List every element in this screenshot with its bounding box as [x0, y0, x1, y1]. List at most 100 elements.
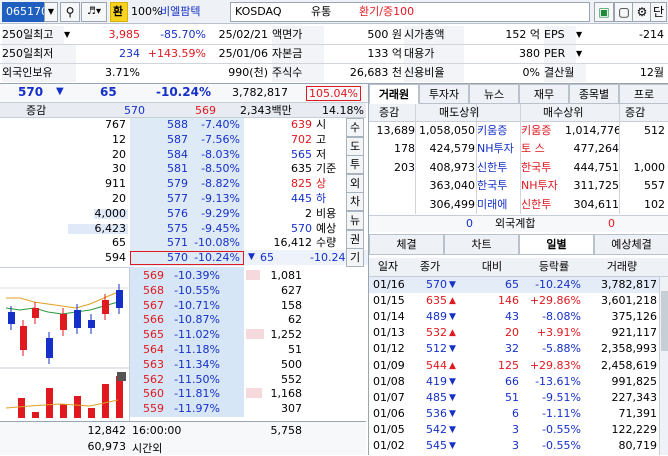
side-button[interactable]: 기 [346, 248, 364, 268]
broker-sell-name[interactable]: 한국투 [477, 177, 521, 195]
broker-tab[interactable]: 프로 [619, 84, 668, 104]
expected-change: 65 [260, 251, 274, 264]
mktcap-label: 시가총액 [404, 26, 464, 44]
gear-icon[interactable]: ⚙ [632, 2, 652, 22]
high250-dropdown[interactable]: ▼ [64, 26, 76, 44]
substitute-value: 380 [519, 47, 540, 60]
broker-buy-change: 557 [644, 179, 665, 193]
per-label: PER [544, 45, 576, 63]
bid-total: 5,758 [270, 424, 303, 437]
broker-buy-name[interactable]: 신한투 [521, 196, 565, 214]
bid-price[interactable]: 559 [132, 400, 164, 418]
broker-sell-name[interactable]: NH투자 [477, 140, 521, 158]
broker-sell-qty: 424,579 [429, 142, 476, 156]
scrollbar-thumb[interactable] [661, 291, 668, 351]
broker-buy-name[interactable]: 한국투 [521, 159, 565, 177]
daily-row[interactable]: 01/16 570 ▼ 65 -10.24% 3,782,817 [369, 277, 659, 293]
broker-buy-change: 1,000 [633, 160, 666, 174]
daily-row[interactable]: 01/06 536 ▼ 6 -1.11% 71,391 [369, 406, 659, 422]
side-button[interactable]: 투 [346, 155, 364, 175]
chart-close-icon [117, 372, 126, 381]
candle-body [32, 308, 39, 318]
daily-tab[interactable]: 체결 [369, 234, 444, 255]
daily-row[interactable]: 01/07 485 ▼ 51 -9.51% 227,343 [369, 390, 659, 406]
low250-label: 250일최저 [2, 45, 76, 63]
daily-row[interactable]: 01/14 489 ▼ 43 -8.08% 375,126 [369, 309, 659, 325]
candle-body [60, 314, 67, 330]
low250-rate: +143.59% [147, 47, 206, 60]
broker-sell-change [369, 177, 415, 195]
info-grid: 250일최고 ▼ 3,985 -85.70% 25/02/21 액면가 500 … [0, 25, 668, 85]
side-button[interactable]: 권 [346, 229, 364, 249]
broker-buy-name[interactable]: 키움증 [521, 122, 565, 140]
broker-col-line [520, 104, 521, 214]
per-dropdown[interactable]: ▼ [576, 45, 586, 63]
eps-value: -214 [639, 28, 664, 41]
window-icon[interactable]: ▢ [614, 2, 634, 22]
current-price: 570 [18, 85, 44, 99]
broker-sell-qty: 363,040 [429, 179, 476, 193]
side-button-column: 수도투외차뉴권기 [346, 118, 366, 268]
broker-buy-qty: 477,264 [573, 142, 620, 156]
daily-row[interactable]: 01/12 512 ▼ 32 -5.88% 2,358,993 [369, 341, 659, 357]
after-hours-total: 60,973 [87, 440, 127, 453]
broker-col-line [415, 104, 416, 214]
capital-value: 133 억 [367, 47, 402, 60]
sell-top-header: 매도상위 [439, 106, 480, 119]
market-label: KOSDAQ [235, 5, 282, 18]
shares-value: 26,683 천 [349, 66, 402, 79]
daily-row[interactable]: 01/15 635 ▲ 146 +29.86% 3,601,218 [369, 293, 659, 309]
volume-bar [74, 396, 81, 418]
divider [0, 44, 668, 45]
daily-header-cell: 일자 [377, 260, 399, 273]
broker-sell-name[interactable]: 키움증 [477, 122, 521, 140]
daily-tab[interactable]: 일별 [519, 234, 594, 255]
exchange-badge: 환 [110, 2, 128, 22]
candle-body [102, 300, 109, 314]
broker-tab[interactable]: 종목별 [569, 84, 619, 104]
broker-tab[interactable]: 재무 [519, 84, 569, 104]
broker-panel: 거래원 투자자 뉴스 재무 종목별 프로 증감 매도상위 매수상위 증감 13,689 1,… [368, 84, 668, 234]
broker-buy-name[interactable]: 토 스 [521, 140, 565, 158]
export-icon[interactable]: ▣ [594, 2, 614, 22]
broker-buy-qty: 1,014,776 [565, 124, 619, 137]
daily-row[interactable]: 01/13 532 ▲ 20 +3.91% 921,117 [369, 325, 659, 341]
daily-header: 일자 종가 대비 등락률 거래량 [369, 258, 668, 277]
search-icon[interactable]: ⚲ [60, 2, 80, 22]
daily-tab[interactable]: 예상체결 [594, 234, 668, 255]
broker-buy-name[interactable]: NH투자 [521, 177, 565, 195]
daily-row[interactable]: 01/05 542 ▼ 3 -0.55% 122,229 [369, 422, 659, 438]
broker-sell-name[interactable]: 미래에 [477, 196, 521, 214]
speaker-icon[interactable]: ♬▾ [81, 2, 107, 22]
daily-row[interactable]: 01/02 545 ▼ 3 -0.55% 80,719 [369, 438, 659, 454]
stock-code-input[interactable]: 065170 [2, 2, 48, 22]
eps-dropdown[interactable]: ▼ [576, 26, 586, 44]
daily-scrollbar[interactable] [659, 277, 668, 455]
side-button[interactable]: 외 [346, 173, 364, 193]
note-label: 환기/증100 [359, 5, 415, 18]
side-button[interactable]: 수 [346, 118, 364, 137]
broker-sell-change [369, 196, 415, 214]
ohlc-panel: 639 시 702 고 565 저 635 기준 825 상 445 하 2 비용 570 예상 16,412 수… [244, 118, 344, 249]
unit-button[interactable]: 단 [650, 2, 667, 22]
broker-buy-change: 512 [644, 124, 665, 137]
low250-date: 25/01/06 [218, 47, 268, 60]
code-dropdown-button[interactable]: ▼ [44, 2, 58, 22]
daily-volume: 80,719 [618, 439, 658, 452]
broker-sell-name[interactable]: 신한투 [477, 159, 521, 177]
side-button[interactable]: 차 [346, 192, 364, 212]
broker-col-line [476, 104, 477, 214]
side-button[interactable]: 도 [346, 136, 364, 156]
candle-body [116, 290, 123, 308]
daily-diff: 3 [512, 439, 519, 452]
broker-buy-change [619, 140, 665, 158]
side-button[interactable]: 뉴 [346, 211, 364, 230]
broker-tab[interactable]: 투자자 [419, 84, 469, 104]
broker-tab[interactable]: 거래원 [369, 84, 419, 104]
broker-tab[interactable]: 뉴스 [469, 84, 519, 104]
substitute-label: 대용가 [404, 45, 464, 63]
ma-line [5, 301, 119, 315]
daily-row[interactable]: 01/08 419 ▼ 66 -13.61% 991,825 [369, 374, 659, 390]
daily-row[interactable]: 01/09 544 ▲ 125 +29.83% 2,458,619 [369, 358, 659, 374]
daily-tab[interactable]: 차트 [444, 234, 519, 255]
